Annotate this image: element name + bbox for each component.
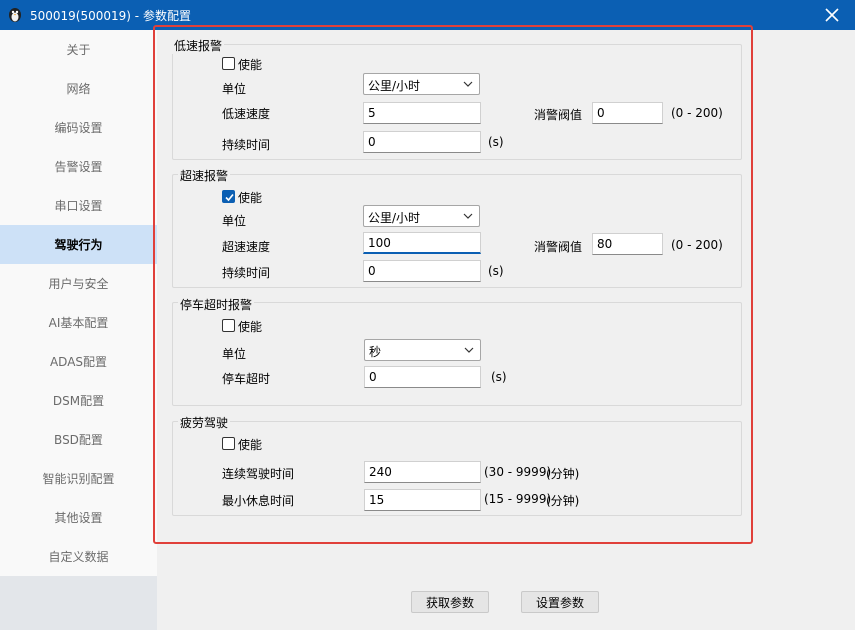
fatigue-title: 疲劳驾驶 [178, 414, 231, 431]
title-bar: 500019(500019) - 参数配置 [0, 0, 855, 30]
app-logo-icon [7, 6, 23, 23]
checkmark-icon [225, 193, 234, 202]
fatigue-continuous-input[interactable] [364, 461, 481, 483]
chevron-down-icon [463, 213, 473, 219]
fatigue-rest-input[interactable] [364, 489, 481, 511]
close-icon [825, 8, 839, 22]
over-speed-enable-label: 使能 [238, 191, 263, 205]
sidebar-item-encoding[interactable]: 编码设置 [0, 108, 157, 147]
sidebar-item-smart-recognition[interactable]: 智能识别配置 [0, 459, 157, 498]
sidebar-item-driving-behavior[interactable]: 驾驶行为 [0, 225, 157, 264]
sidebar-item-adas[interactable]: ADAS配置 [0, 342, 157, 381]
low-speed-speed-label: 低速速度 [222, 107, 271, 121]
low-speed-clear-label: 消警阀值 [534, 108, 583, 122]
low-speed-unit-select[interactable]: 公里/小时 [363, 73, 480, 95]
low-speed-clear-input[interactable] [592, 102, 663, 124]
sidebar: 关于 网络 编码设置 告警设置 串口设置 驾驶行为 用户与安全 AI基本配置 A… [0, 30, 157, 630]
sidebar-item-custom-data[interactable]: 自定义数据 [0, 537, 157, 576]
over-speed-unit-label: 单位 [222, 214, 247, 228]
sidebar-item-other[interactable]: 其他设置 [0, 498, 157, 537]
parking-enable-label: 使能 [238, 320, 263, 334]
low-speed-duration-input[interactable] [363, 131, 481, 153]
sidebar-item-serial[interactable]: 串口设置 [0, 186, 157, 225]
parking-enable-checkbox[interactable] [222, 319, 235, 332]
parking-unit-value: 秒 [369, 345, 382, 359]
fatigue-rest-range: (15 - 9999) [484, 492, 552, 506]
over-speed-duration-input[interactable] [363, 260, 481, 282]
fatigue-rest-label: 最小休息时间 [222, 494, 295, 508]
parking-timeout-input[interactable] [364, 366, 481, 388]
parking-timeout-unit: (s) [491, 370, 507, 384]
over-speed-duration-unit: (s) [488, 264, 504, 278]
window-title: 500019(500019) - 参数配置 [30, 9, 191, 23]
low-speed-duration-unit: (s) [488, 135, 504, 149]
low-speed-enable-label: 使能 [238, 58, 263, 72]
sidebar-item-ai-basic[interactable]: AI基本配置 [0, 303, 157, 342]
fatigue-enable-label: 使能 [238, 438, 263, 452]
sidebar-item-user-security[interactable]: 用户与安全 [0, 264, 157, 303]
parking-timeout-label: 停车超时 [222, 372, 271, 386]
low-speed-unit-label: 单位 [222, 82, 247, 96]
sidebar-list: 关于 网络 编码设置 告警设置 串口设置 驾驶行为 用户与安全 AI基本配置 A… [0, 30, 157, 576]
sidebar-item-about[interactable]: 关于 [0, 30, 157, 69]
over-speed-duration-label: 持续时间 [222, 266, 271, 280]
over-speed-clear-input[interactable] [592, 233, 663, 255]
fatigue-continuous-range: (30 - 9999) [484, 465, 552, 479]
set-params-button[interactable]: 设置参数 [521, 591, 599, 613]
over-speed-speed-label: 超速速度 [222, 240, 271, 254]
over-speed-speed-input[interactable] [363, 232, 481, 254]
low-speed-clear-range: (0 - 200) [671, 106, 723, 120]
low-speed-speed-input[interactable] [363, 102, 481, 124]
over-speed-clear-label: 消警阀值 [534, 240, 583, 254]
sidebar-item-network[interactable]: 网络 [0, 69, 157, 108]
parking-unit-select[interactable]: 秒 [364, 339, 481, 361]
chevron-down-icon [464, 347, 474, 353]
over-speed-enable-checkbox[interactable] [222, 190, 235, 203]
fatigue-continuous-label: 连续驾驶时间 [222, 467, 295, 481]
low-speed-title: 低速报警 [172, 37, 225, 54]
low-speed-enable-checkbox[interactable] [222, 57, 235, 70]
over-speed-title: 超速报警 [178, 167, 231, 184]
fatigue-enable-checkbox[interactable] [222, 437, 235, 450]
sidebar-item-dsm[interactable]: DSM配置 [0, 381, 157, 420]
sidebar-item-alarm[interactable]: 告警设置 [0, 147, 157, 186]
close-button[interactable] [809, 0, 855, 30]
fatigue-rest-unit: (分钟) [546, 494, 580, 508]
over-speed-clear-range: (0 - 200) [671, 238, 723, 252]
parking-unit-label: 单位 [222, 347, 247, 361]
chevron-down-icon [463, 81, 473, 87]
over-speed-unit-select[interactable]: 公里/小时 [363, 205, 480, 227]
sidebar-item-bsd[interactable]: BSD配置 [0, 420, 157, 459]
parking-timeout-title: 停车超时报警 [178, 296, 255, 313]
over-speed-unit-value: 公里/小时 [368, 211, 421, 225]
low-speed-duration-label: 持续时间 [222, 138, 271, 152]
low-speed-unit-value: 公里/小时 [368, 79, 421, 93]
fatigue-continuous-unit: (分钟) [546, 467, 580, 481]
get-params-button[interactable]: 获取参数 [411, 591, 489, 613]
